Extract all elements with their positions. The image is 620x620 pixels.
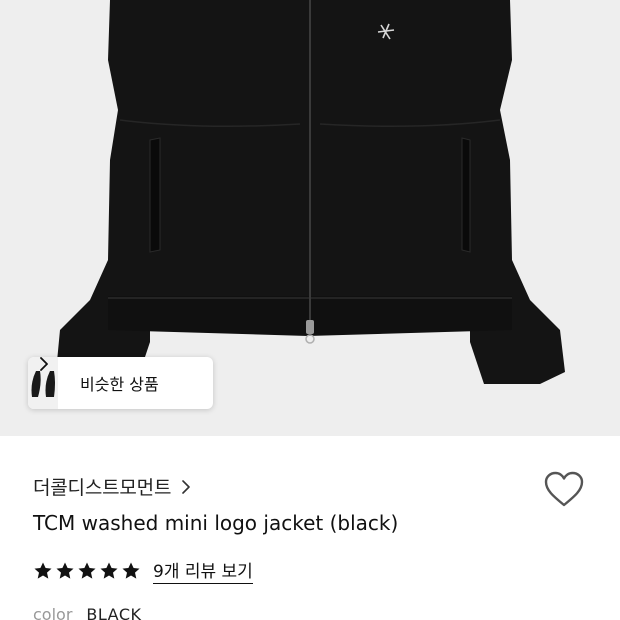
similar-products-button[interactable]: 비슷한 상품: [28, 357, 213, 409]
brand-link[interactable]: 더콜디스트모먼트: [33, 473, 191, 500]
product-title: TCM washed mini logo jacket (black): [33, 511, 399, 535]
heart-icon[interactable]: [543, 470, 585, 508]
rating-row: 9개 리뷰 보기: [33, 557, 253, 584]
color-label: color: [33, 605, 73, 620]
product-info: 더콜디스트모먼트 TCM washed mini logo jacket (bl…: [0, 436, 620, 620]
star-icon: [78, 562, 96, 579]
similar-products-label: 비슷한 상품: [80, 375, 159, 394]
star-icon: [122, 562, 140, 579]
color-value: BLACK: [86, 605, 142, 620]
chevron-right-icon: [40, 357, 48, 371]
color-row: color BLACK: [33, 605, 142, 620]
brand-name: 더콜디스트모먼트: [33, 477, 172, 499]
star-icon: [100, 562, 118, 579]
chevron-right-icon: [182, 479, 191, 494]
star-rating: [33, 561, 141, 581]
product-image[interactable]: 비슷한 상품: [0, 0, 620, 436]
star-icon: [56, 562, 74, 579]
star-icon: [34, 562, 52, 579]
view-reviews-link[interactable]: 9개 리뷰 보기: [153, 557, 253, 584]
